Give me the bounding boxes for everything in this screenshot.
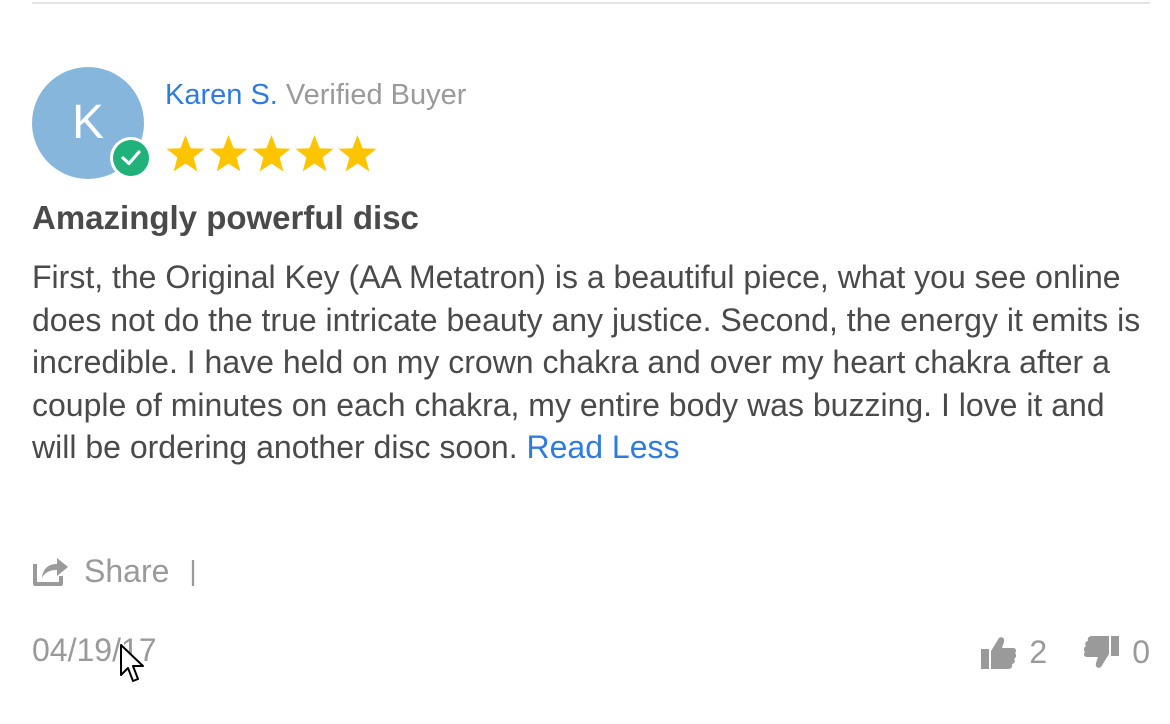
downvote-count: 0 <box>1132 633 1150 670</box>
reviewer-name[interactable]: Karen S. <box>165 79 278 111</box>
share-label[interactable]: Share <box>84 553 169 590</box>
review-title: Amazingly powerful disc <box>32 199 419 236</box>
star-icon <box>338 135 377 172</box>
thumbs-up-icon[interactable] <box>980 634 1017 671</box>
downvote-button[interactable]: 0 <box>1083 634 1150 671</box>
vote-controls: 2 0 <box>980 630 1150 674</box>
avatar-initial: K <box>71 96 104 149</box>
verified-badge <box>110 137 152 179</box>
upvote-count: 2 <box>1029 633 1048 670</box>
star-icon <box>252 135 291 172</box>
mouse-pointer-icon <box>120 644 144 682</box>
review-card: K Karen S. Verified Buyer Amazingly power… <box>32 0 1150 724</box>
star-icon <box>295 135 334 172</box>
star-rating <box>164 133 379 175</box>
share-icon[interactable] <box>32 555 70 587</box>
action-separator: | <box>189 555 197 586</box>
review-body: First, the Original Key (AA Metatron) is… <box>32 256 1150 469</box>
thumbs-down-icon[interactable] <box>1083 634 1120 671</box>
share-row: Share | <box>32 550 197 592</box>
read-less-link[interactable]: Read Less <box>527 429 680 465</box>
verified-buyer-label: Verified Buyer <box>285 79 467 111</box>
reviewer-line: Karen S. Verified Buyer <box>165 77 466 113</box>
star-icon <box>209 135 248 172</box>
upvote-button[interactable]: 2 <box>980 634 1047 671</box>
check-circle-icon <box>113 140 149 176</box>
star-icon <box>166 135 205 172</box>
